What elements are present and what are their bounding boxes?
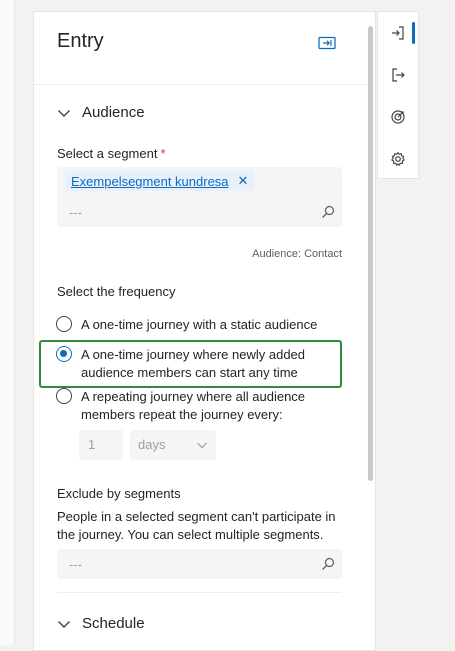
search-icon[interactable] (321, 205, 335, 219)
rail-exit-button[interactable] (388, 65, 408, 85)
rail-settings-button[interactable] (388, 149, 408, 169)
panel-scrollbar[interactable] (368, 26, 373, 481)
audience-section-title: Audience (82, 104, 145, 121)
rail-entry-button[interactable] (388, 23, 408, 43)
frequency-option-label: A one-time journey with a static audienc… (81, 317, 318, 332)
frequency-option-label: A repeating journey where all audience m… (81, 389, 306, 422)
segment-label: Select a segment * (57, 146, 166, 161)
audience-section-header[interactable]: Audience (56, 104, 145, 121)
frequency-option-static[interactable]: A one-time journey with a static audienc… (56, 316, 317, 334)
entry-icon (392, 26, 404, 40)
chevron-down-icon (58, 620, 70, 628)
settings-icon (391, 151, 405, 166)
dock-panel-icon[interactable] (318, 36, 336, 50)
segment-label-text: Select a segment (57, 146, 158, 161)
radio-unchecked[interactable] (56, 388, 72, 404)
header-divider (34, 84, 375, 85)
goal-icon (391, 110, 405, 124)
radio-unchecked[interactable] (56, 316, 72, 332)
audience-type-label: Audience: Contact (252, 248, 342, 260)
rail-goal-button[interactable] (388, 107, 408, 127)
segment-picker[interactable]: Exempelsegment kundresa ✕ --- (57, 167, 342, 227)
repeat-unit-select[interactable]: days (130, 430, 216, 460)
schedule-section-header[interactable]: Schedule (56, 615, 145, 632)
highlight-box (39, 340, 342, 388)
exclude-help-text: People in a selected segment can't parti… (57, 509, 336, 542)
segment-chip-label[interactable]: Exempelsegment kundresa (71, 174, 229, 189)
exclude-label: Exclude by segments (57, 486, 181, 501)
frequency-option-repeating[interactable]: A repeating journey where all audience m… (56, 388, 326, 424)
exit-icon (392, 68, 405, 82)
required-mark: * (160, 146, 166, 161)
segment-chip[interactable]: Exempelsegment kundresa ✕ (65, 171, 255, 191)
exclude-segment-picker[interactable]: --- (57, 549, 342, 579)
search-icon[interactable] (321, 557, 335, 571)
canvas-edge (0, 0, 15, 645)
rail-active-indicator (412, 22, 415, 44)
entry-panel: Entry Audience Select a segment * Exempel… (33, 11, 376, 651)
frequency-label: Select the frequency (57, 284, 176, 299)
panel-title: Entry (57, 30, 104, 52)
chevron-down-icon (58, 109, 70, 117)
schedule-section-title: Schedule (82, 615, 145, 632)
chevron-down-icon (197, 442, 207, 449)
section-divider (57, 592, 342, 593)
side-rail (377, 11, 419, 179)
repeat-unit-value: days (138, 437, 166, 452)
remove-segment-icon[interactable]: ✕ (238, 173, 249, 189)
exclude-search-input[interactable]: --- (69, 557, 82, 572)
repeat-interval-input[interactable]: 1 (79, 430, 123, 460)
segment-search-input[interactable]: --- (69, 205, 82, 220)
